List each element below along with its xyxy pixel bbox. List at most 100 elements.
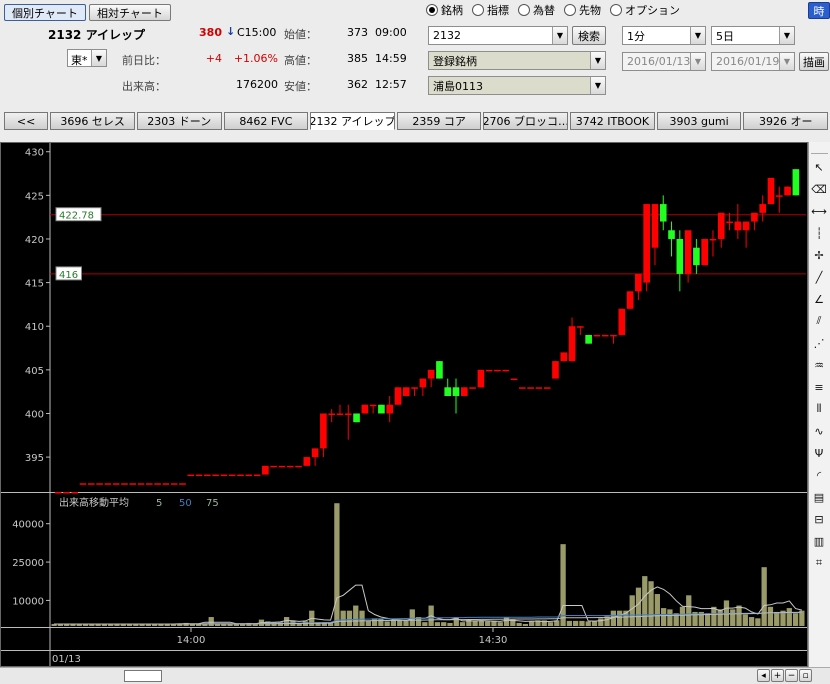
volume-bar [667,609,673,626]
chevron-down-icon: ▼ [779,27,794,44]
candle-body [328,413,335,415]
registered-list-select[interactable]: 登録銘柄 ▼ [428,51,606,70]
volume-bar [334,503,340,626]
channel-icon[interactable]: ⫽ [809,310,829,332]
mode-radio-2[interactable]: 為替 [518,2,555,18]
volume-bar [642,576,648,626]
scroll-left-button[interactable]: ◂ [757,669,770,682]
stock-code-input[interactable]: 2132 ▼ [428,26,568,45]
volume-bar [491,621,497,626]
y-tick-label: 430 [25,148,44,159]
volume-bar [585,621,591,626]
text-box-icon[interactable]: ▤ [809,486,829,508]
candle-body [427,369,435,379]
group-select[interactable]: 浦島0113 ▼ [428,76,606,95]
scroll-thumb[interactable] [124,670,162,682]
low-label: 安値： [284,80,317,93]
cross-icon[interactable]: ✢ [809,244,829,266]
registered-list-value: 登録銘柄 [433,54,477,68]
angle-line-icon[interactable]: ∠ [809,288,829,310]
gann-icon[interactable]: ⌗ [809,552,829,574]
candle-body [419,378,427,388]
period-icon[interactable]: ⦀ [809,398,829,420]
current-price: 380 [199,26,222,39]
open-label: 始値： [284,28,317,41]
reset-zoom-button[interactable]: ▫ [799,669,812,682]
chevron-down-icon: ▼ [690,27,705,44]
volume-bar [346,610,353,626]
low-time: 12:57 [375,78,407,91]
stock-tab-6[interactable]: 3742 ITBOOK [570,112,655,130]
volume-bar [529,621,535,626]
tab-individual-chart[interactable]: 個別チャート [4,4,86,21]
trend-line-icon[interactable]: ╱ [809,266,829,288]
zoom-in-button[interactable]: + [771,669,784,682]
level-icon[interactable]: ⊟ [809,508,829,530]
exchange-select[interactable]: 東* ▼ [67,49,107,67]
volume-bar [472,620,478,626]
candle-body [353,413,360,423]
chevron-down-icon: ▼ [690,53,705,70]
tabs-back-button[interactable]: << [4,112,49,130]
horizontal-scrollbar[interactable]: ◂ + − ▫ [0,667,830,684]
horizontal-line-icon[interactable]: ⟷ [809,200,829,222]
mode-radio-0[interactable]: 銘柄 [426,2,463,18]
candle-body [618,308,626,335]
volume-bar [522,623,529,626]
stock-tab-0[interactable]: 3696 セレス [50,112,135,130]
mode-radio-4[interactable]: オプション [610,2,680,18]
candle-body [311,448,319,458]
stock-tab-8[interactable]: 3926 オー [743,112,829,130]
volume-bar [573,620,579,626]
pitchfork-icon[interactable]: Ψ [809,442,829,464]
stock-tab-5[interactable]: 2706 ブロッコ… [483,112,569,130]
cursor-icon[interactable]: ↖ [809,156,829,178]
zoom-out-button[interactable]: − [785,669,798,682]
candle-body [303,457,311,466]
candle-body [635,273,642,292]
candle-body [485,369,493,372]
period-select[interactable]: 5日 ▼ [711,26,795,45]
volume-bar [679,606,686,626]
volume-bar [447,622,453,626]
stock-tab-3[interactable]: 2132 アイレップ [310,112,395,130]
date-from-select[interactable]: 2016/01/13 ▼ [622,52,706,71]
fibonacci-icon[interactable]: ♒ [809,354,829,376]
bars-icon[interactable]: ▥ [809,530,829,552]
fan-icon[interactable]: ⋰ [809,332,829,354]
volume-tick-label: 25000 [12,558,44,569]
vertical-line-icon[interactable]: ┆ [809,222,829,244]
stock-tab-7[interactable]: 3903 gumi [656,112,742,130]
candle-body [344,413,352,415]
y-tick-label: 410 [25,322,44,333]
volume-bar [792,613,799,626]
arc-icon[interactable]: ◜ [809,464,829,486]
volume-bar [686,595,692,626]
interval-select[interactable]: 1分 ▼ [622,26,706,45]
candle-body [568,326,576,362]
ma-label: 5 [156,498,162,509]
retracement-icon[interactable]: ≡ [809,376,829,398]
group-value: 浦島0113 [433,79,483,93]
mode-radio-1[interactable]: 指標 [472,2,509,18]
mode-radio-3[interactable]: 先物 [564,2,601,18]
wave-icon[interactable]: ∿ [809,420,829,442]
volume-bar [774,611,780,626]
candle-body [54,492,62,494]
eraser-icon[interactable]: ⌫ [809,178,829,200]
draw-button[interactable]: 描画 [799,52,829,71]
candle-body [286,465,294,468]
stock-tab-1[interactable]: 2303 ドーン [136,112,222,130]
candle-body [237,474,244,477]
radio-button-icon [426,4,438,16]
stock-tab-4[interactable]: 2359 コア [396,112,482,130]
candle-body [527,387,534,389]
exchange-value: 東* [71,54,88,67]
tab-relative-chart[interactable]: 相対チャート [89,4,171,21]
search-button[interactable]: 検索 [572,26,606,45]
x-tick-label: 14:00 [177,635,206,646]
chart-area[interactable]: 395 400 405 410 415 420 425 430 422.78 416 10000 25… [0,142,808,667]
corner-button[interactable]: 時 [808,2,830,19]
stock-tab-2[interactable]: 8462 FVC [223,112,309,130]
date-to-select[interactable]: 2016/01/19 ▼ [711,52,795,71]
